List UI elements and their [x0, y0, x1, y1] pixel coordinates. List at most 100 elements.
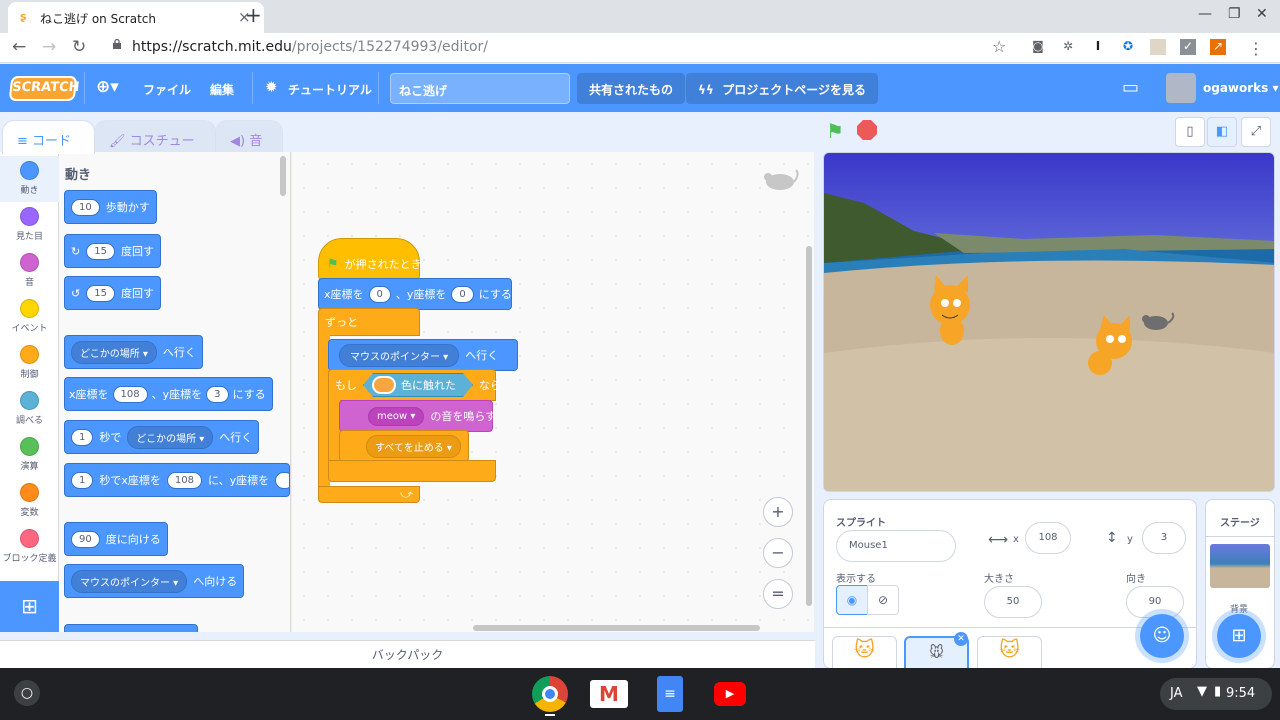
check-extension-icon[interactable]: ✓: [1180, 39, 1196, 55]
bookmark-star-icon[interactable]: ☆: [992, 37, 1006, 56]
image-extension-icon[interactable]: [1150, 39, 1166, 55]
small-stage-button[interactable]: ▯: [1175, 117, 1205, 147]
touching-color-block[interactable]: 色に触れた: [363, 373, 473, 397]
code-workspace[interactable]: ⚑ が押されたとき x座標を 0 、y座標を 0 にする ずっと ⤻ マウスのポインター …: [292, 152, 814, 632]
new-tab-button[interactable]: +: [245, 3, 262, 27]
stage-canvas[interactable]: [823, 152, 1275, 492]
backdrop-thumbnail[interactable]: [1210, 544, 1270, 588]
stop-all-block[interactable]: すべてを止める ▾: [339, 430, 469, 462]
category-3[interactable]: イベント: [0, 294, 59, 340]
zoom-out-button[interactable]: −: [763, 538, 793, 568]
set-xy-block[interactable]: x座標を 0 、y座標を 0 にする: [318, 278, 512, 310]
turn-right-block[interactable]: ↻ 15 度回す: [64, 234, 161, 268]
tab-costumes[interactable]: 🖌 コスチューム: [94, 120, 216, 168]
fullscreen-button[interactable]: ⤢: [1241, 117, 1271, 147]
delete-sprite-icon[interactable]: ✕: [954, 632, 968, 646]
block-categories: 動き 見た目音イベント 制御 調べる 演算 変数 ブロック定義: [0, 152, 59, 632]
back-arrow-icon[interactable]: ←: [12, 37, 26, 57]
shared-button[interactable]: 共有されたもの: [577, 73, 686, 104]
username-menu[interactable]: ogaworks ▾: [1203, 81, 1279, 95]
workspace-vertical-scrollbar[interactable]: [806, 246, 812, 606]
green-flag-icon[interactable]: ⚑: [826, 119, 844, 143]
edit-menu[interactable]: 編集: [210, 81, 234, 98]
category-5[interactable]: 調べる: [0, 386, 59, 432]
rotate-left-icon: ↺: [71, 286, 81, 300]
workspace-horizontal-scrollbar[interactable]: [473, 625, 760, 631]
point-towards-block[interactable]: マウスのポインター ▾ へ向ける: [64, 564, 245, 598]
address-bar[interactable]: https://scratch.mit.edu/projects/1522749…: [102, 33, 1022, 61]
if-then-block[interactable]: もし 色に触れた なら: [328, 369, 501, 401]
see-project-icon: ϟϟ: [698, 83, 714, 97]
chrome-menu-icon[interactable]: ⋮: [1248, 39, 1264, 58]
play-sound-block[interactable]: meow ▾ の音を鳴らす: [339, 400, 496, 432]
file-menu[interactable]: ファイル: [143, 81, 191, 98]
globe-language-icon[interactable]: ⊕▾: [96, 77, 119, 97]
palette-block-partial[interactable]: [64, 624, 198, 632]
turn-left-block[interactable]: ↺ 15 度回す: [64, 276, 161, 310]
normal-stage-button[interactable]: ◧: [1207, 117, 1237, 147]
window-close-icon[interactable]: ✕: [1256, 6, 1268, 22]
youtube-app-icon[interactable]: ▶: [714, 682, 746, 706]
category-2[interactable]: 音: [0, 248, 59, 294]
sprite-x-input[interactable]: 108: [1025, 522, 1071, 554]
backpack-bar[interactable]: バックパック: [0, 640, 815, 668]
move-steps-block[interactable]: 10 歩動かす: [64, 190, 157, 224]
tutorial-menu[interactable]: チュートリアル: [288, 81, 372, 98]
gear-extension-icon[interactable]: ✲: [1060, 39, 1076, 55]
gmail-app-icon[interactable]: M: [590, 680, 628, 708]
category-4[interactable]: 制御: [0, 340, 59, 386]
sprite-thumb-cat2[interactable]: 🐱: [977, 636, 1042, 670]
sprite-size-input[interactable]: 50: [984, 586, 1042, 618]
sprite-thumb-mouse[interactable]: 🐭 ✕: [904, 632, 969, 670]
sprite-thumb-cat[interactable]: 🐱: [832, 636, 897, 670]
category-8[interactable]: ブロック定義: [0, 524, 59, 570]
tab-sounds[interactable]: ◀) 音: [215, 120, 283, 154]
zoom-reset-button[interactable]: =: [763, 579, 793, 609]
globe-extension-icon[interactable]: ✪: [1120, 39, 1136, 55]
forever-block[interactable]: ずっと: [318, 308, 420, 336]
zoom-in-button[interactable]: +: [763, 497, 793, 527]
category-7[interactable]: 変数: [0, 478, 59, 524]
scratch-logo[interactable]: SCRATCH: [8, 76, 80, 101]
launcher-icon[interactable]: ○: [14, 680, 40, 706]
text-extension-icon[interactable]: I: [1090, 39, 1106, 55]
point-direction-block[interactable]: 90 度に向ける: [64, 522, 168, 556]
maximize-icon[interactable]: ❐: [1228, 6, 1241, 22]
tab-code[interactable]: ≡ コード: [2, 120, 95, 154]
docs-app-icon[interactable]: ≡: [657, 676, 683, 712]
color-swatch[interactable]: [372, 376, 396, 394]
add-backdrop-button[interactable]: ⊞: [1217, 614, 1261, 658]
chrome-app-icon[interactable]: [532, 676, 568, 712]
chart-extension-icon[interactable]: ↗: [1210, 39, 1226, 55]
show-eye-icon[interactable]: ◉: [836, 585, 868, 615]
category-6[interactable]: 演算: [0, 432, 59, 478]
hide-icon[interactable]: ⊘: [867, 585, 899, 615]
sprite-direction-input[interactable]: 90: [1126, 586, 1184, 618]
browser-tab[interactable]: ʂ ねこ逃げ on Scratch ×: [8, 2, 264, 33]
my-stuff-folder-icon[interactable]: ▭: [1122, 77, 1139, 98]
reload-icon[interactable]: ↻: [72, 37, 86, 57]
stop-sign-icon[interactable]: [857, 120, 877, 140]
goto-mouse-block[interactable]: マウスのポインター ▾ へ行く: [328, 339, 518, 371]
sprite-name-input[interactable]: Mouse1: [836, 530, 956, 562]
palette-scrollbar[interactable]: [280, 156, 286, 196]
add-extension-button[interactable]: ⊞: [0, 581, 59, 632]
minimize-icon[interactable]: —: [1198, 6, 1212, 22]
camera-extension-icon[interactable]: ◙: [1030, 39, 1046, 55]
category-1[interactable]: 見た目: [0, 202, 59, 248]
when-flag-clicked-block[interactable]: ⚑ が押されたとき: [318, 238, 422, 280]
panel-divider: [824, 627, 1196, 628]
category-0[interactable]: 動き: [0, 156, 59, 202]
status-tray[interactable]: JA ▼ ▮ 9:54: [1160, 678, 1272, 710]
sprite-y-input[interactable]: 3: [1142, 522, 1186, 554]
avatar[interactable]: [1166, 73, 1196, 103]
goto-block[interactable]: どこかの場所 ▾ へ行く: [64, 335, 203, 369]
add-sprite-button[interactable]: ☺: [1140, 614, 1184, 658]
glide-block[interactable]: 1 秒で どこかの場所 ▾ へ行く: [64, 420, 260, 454]
project-page-button[interactable]: ϟϟ プロジェクトページを見る: [686, 73, 878, 104]
goto-xy-block[interactable]: x座標を 108 、y座標を 3 にする: [64, 377, 273, 411]
project-title-input[interactable]: ねこ逃げ: [390, 73, 570, 104]
glide-xy-block[interactable]: 1 秒でx座標を 108 に、y座標を: [64, 463, 290, 497]
category-dot-icon: [20, 207, 39, 226]
forward-arrow-icon[interactable]: →: [42, 37, 56, 57]
